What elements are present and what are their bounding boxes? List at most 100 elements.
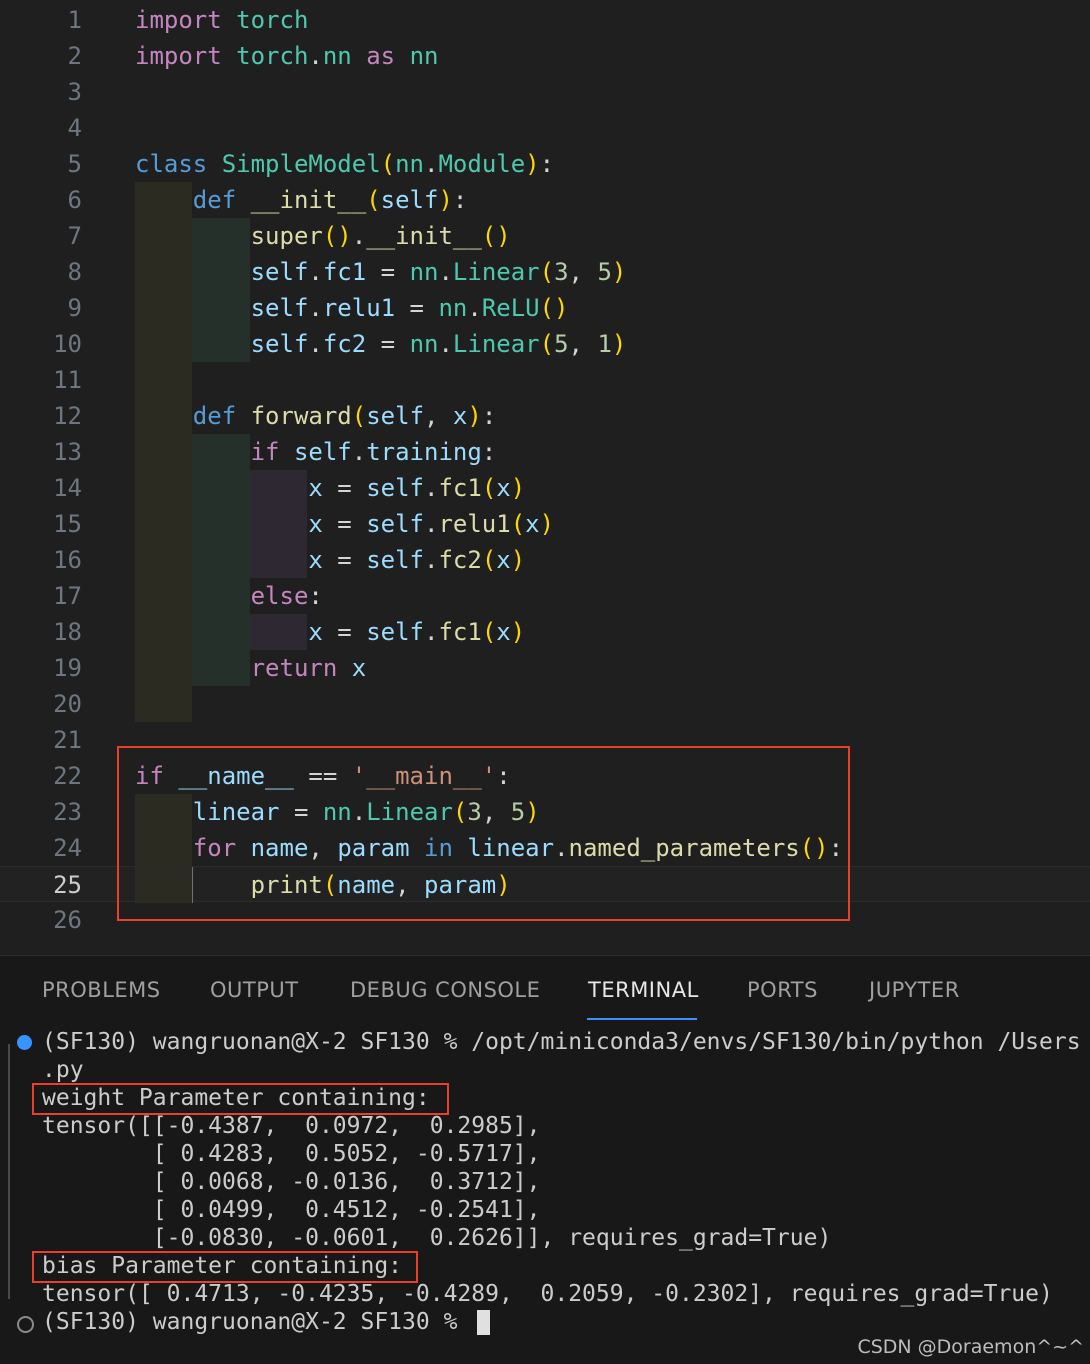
code-line[interactable]: 9 self.relu1 = nn.ReLU() xyxy=(0,290,1090,326)
code-token: 5 xyxy=(510,798,526,826)
tab-problems[interactable]: PROBLEMS xyxy=(42,978,161,1002)
code-line[interactable]: 23 linear = nn.Linear(3, 5) xyxy=(0,794,1090,830)
code-token: self xyxy=(366,402,425,430)
code-line[interactable]: 1 import torch xyxy=(0,2,1090,38)
terminal-weight-row-3: [ 0.0499, 0.4512, -0.2541], xyxy=(42,1197,541,1223)
line-number: 14 xyxy=(53,474,82,502)
code-line[interactable]: 25 print(name, param) xyxy=(0,866,1090,903)
code-token: torch xyxy=(236,42,309,70)
code-line[interactable]: 8 self.fc1 = nn.Linear(3, 5) xyxy=(0,254,1090,290)
watermark: CSDN @Doraemon^~^ xyxy=(857,1336,1084,1358)
code-token: ) xyxy=(510,618,526,646)
code-token: : xyxy=(481,438,497,466)
code-token: name xyxy=(250,834,309,862)
code-token: ( xyxy=(366,186,381,214)
code-token: x xyxy=(496,546,511,574)
code-editor[interactable]: 1 import torch 2 import torch.nn as nn 3 4 5 cl… xyxy=(0,0,1090,955)
code-token: x xyxy=(308,474,323,502)
code-token: else xyxy=(250,582,309,610)
code-token: '__main__' xyxy=(351,762,497,790)
code-token: () xyxy=(799,834,829,862)
code-line[interactable]: 16 x = self.fc2(x) xyxy=(0,542,1090,578)
code-token: . xyxy=(424,474,439,502)
code-line[interactable]: 12 def forward(self, x): xyxy=(0,398,1090,434)
code-token: . xyxy=(424,618,439,646)
code-token: : xyxy=(308,582,323,610)
code-line[interactable]: 24 for name, param in linear.named_param… xyxy=(0,830,1090,866)
code-line[interactable]: 11 xyxy=(0,362,1090,398)
tab-debug-console[interactable]: DEBUG CONSOLE xyxy=(350,978,540,1002)
code-token: : xyxy=(539,150,555,178)
code-token: , xyxy=(481,798,511,826)
code-token: = xyxy=(322,474,367,502)
code-token: super xyxy=(250,222,323,250)
code-text: linear = nn.Linear(3, 5) xyxy=(135,794,540,830)
line-number: 21 xyxy=(53,726,82,754)
code-line[interactable]: 2 import torch.nn as nn xyxy=(0,38,1090,74)
code-token: , xyxy=(395,871,424,899)
command-success-dot-icon[interactable] xyxy=(17,1035,32,1050)
code-token: import xyxy=(135,42,222,70)
code-line[interactable]: 7 super().__init__() xyxy=(0,218,1090,254)
code-line[interactable]: 19 return x xyxy=(0,650,1090,686)
code-token: relu1 xyxy=(438,510,511,538)
code-token: return xyxy=(250,654,338,682)
code-line[interactable]: 6 def __init__(self): xyxy=(0,182,1090,218)
code-token: self xyxy=(366,474,424,502)
highlight-box-bias xyxy=(32,1251,418,1283)
code-line[interactable]: 20 xyxy=(0,686,1090,722)
code-token: 5 xyxy=(597,258,612,286)
code-line[interactable]: 22 if __name__ == '__main__': xyxy=(0,758,1090,794)
code-line[interactable]: 18 x = self.fc1(x) xyxy=(0,614,1090,650)
tab-terminal[interactable]: TERMINAL xyxy=(588,978,699,1002)
code-token: . xyxy=(424,150,439,178)
code-token: nn xyxy=(409,258,439,286)
line-number: 16 xyxy=(53,546,82,574)
command-pending-dot-icon[interactable] xyxy=(17,1316,34,1333)
code-line[interactable]: 26 xyxy=(0,902,1090,938)
code-line[interactable]: 13 if self.training: xyxy=(0,434,1090,470)
tab-output[interactable]: OUTPUT xyxy=(210,978,299,1002)
line-number: 5 xyxy=(67,150,82,178)
code-token: . xyxy=(554,834,569,862)
code-token: linear xyxy=(467,834,555,862)
code-text: x = self.relu1(x) xyxy=(135,506,554,542)
code-line[interactable]: 14 x = self.fc1(x) xyxy=(0,470,1090,506)
terminal-weight-row-1: [ 0.4283, 0.5052, -0.5717], xyxy=(42,1141,541,1167)
code-line[interactable]: 17 else: xyxy=(0,578,1090,614)
terminal-prompt[interactable]: (SF130) wangruonan@X-2 SF130 % xyxy=(42,1308,471,1336)
code-line[interactable]: 15 x = self.relu1(x) xyxy=(0,506,1090,542)
code-token: linear xyxy=(192,798,280,826)
code-line[interactable]: 5 class SimpleModel(nn.Module): xyxy=(0,146,1090,182)
code-token: Module xyxy=(438,150,526,178)
terminal-weight-row-2: [ 0.0068, -0.0136, 0.3712], xyxy=(42,1169,541,1195)
code-line[interactable]: 21 xyxy=(0,722,1090,758)
code-token: fc1 xyxy=(438,474,482,502)
line-number: 12 xyxy=(53,402,82,430)
code-text: return x xyxy=(135,650,367,686)
code-token: named_parameters xyxy=(568,834,800,862)
code-text: class SimpleModel(nn.Module): xyxy=(135,146,554,182)
line-number: 13 xyxy=(53,438,82,466)
code-token: self xyxy=(366,618,424,646)
code-token: x xyxy=(452,402,468,430)
code-token: . xyxy=(308,42,323,70)
code-token: . xyxy=(467,294,482,322)
code-token: ) xyxy=(467,402,482,430)
code-line[interactable]: 4 xyxy=(0,110,1090,146)
tab-jupyter[interactable]: JUPYTER xyxy=(869,978,960,1002)
code-line[interactable]: 3 xyxy=(0,74,1090,110)
code-token: fc2 xyxy=(322,330,367,358)
highlight-box-weight xyxy=(32,1083,449,1115)
code-line[interactable]: 10 self.fc2 = nn.Linear(5, 1) xyxy=(0,326,1090,362)
code-token: if xyxy=(250,438,280,466)
code-token: ( xyxy=(322,871,338,899)
line-number: 17 xyxy=(53,582,82,610)
tab-ports[interactable]: PORTS xyxy=(747,978,818,1002)
code-token: x xyxy=(496,474,511,502)
